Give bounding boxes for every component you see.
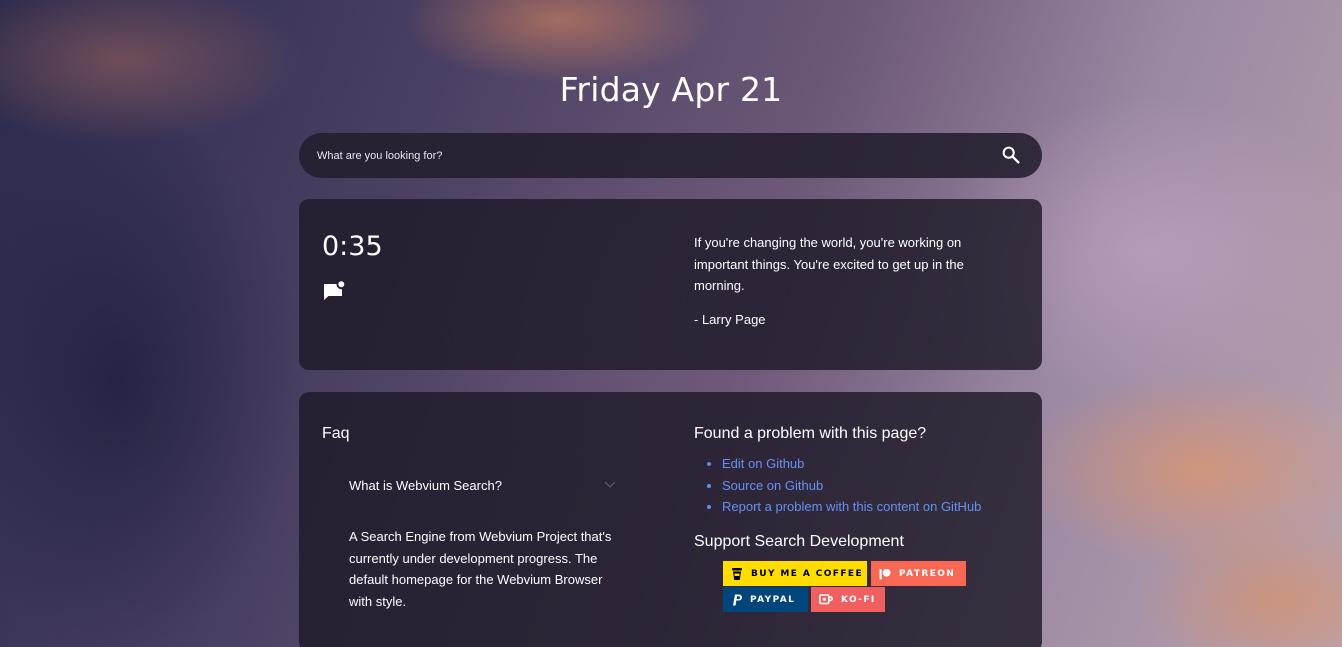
badge-label: PATREON (899, 568, 956, 579)
report-problem-link[interactable]: Report a problem with this content on Gi… (722, 499, 981, 514)
search-bar (299, 133, 1042, 178)
list-item: Report a problem with this content on Gi… (722, 496, 981, 518)
patreon-button[interactable]: PATREON (871, 561, 966, 586)
badge-label: BUY ME A COFFEE (751, 568, 864, 579)
badge-label: KO-FI (841, 594, 876, 605)
message-icon[interactable] (323, 281, 345, 301)
search-input[interactable] (299, 133, 989, 178)
search-icon (1002, 146, 1020, 164)
faq-title: Faq (322, 425, 350, 442)
faq-answer: A Search Engine from Webvium Project tha… (349, 529, 612, 609)
problem-title: Found a problem with this page? (694, 425, 927, 442)
ko-fi-cup-icon (819, 594, 833, 605)
info-card: Faq What is Webvium Search? A Search Eng… (299, 392, 1042, 647)
faq-question[interactable]: What is Webvium Search? (349, 478, 621, 493)
quote-text: If you're changing the world, you're wor… (694, 235, 964, 293)
paypal-icon (733, 594, 742, 605)
buy-me-a-coffee-button[interactable]: BUY ME A COFFEE (723, 561, 867, 586)
quote-author: - Larry Page (694, 312, 766, 327)
list-item: Edit on Github (722, 453, 981, 475)
page-date: Friday Apr 21 (559, 70, 783, 110)
edit-on-github-link[interactable]: Edit on Github (722, 456, 804, 471)
support-title: Support Search Development (694, 533, 904, 550)
search-button[interactable] (1000, 144, 1022, 166)
paypal-button[interactable]: PAYPAL (723, 587, 808, 612)
clock-quote-card: 0:35 If you're changing the world, you'r… (299, 199, 1042, 370)
source-on-github-link[interactable]: Source on Github (722, 478, 823, 493)
patreon-icon (879, 568, 891, 579)
chevron-down-icon[interactable] (604, 480, 616, 490)
ko-fi-button[interactable]: KO-FI (811, 587, 885, 612)
list-item: Source on Github (722, 475, 981, 497)
clock-time: 0:35 (322, 231, 383, 262)
coffee-cup-icon (732, 567, 742, 580)
badge-label: PAYPAL (750, 594, 796, 605)
problem-links: Edit on Github Source on Github Report a… (694, 453, 981, 518)
